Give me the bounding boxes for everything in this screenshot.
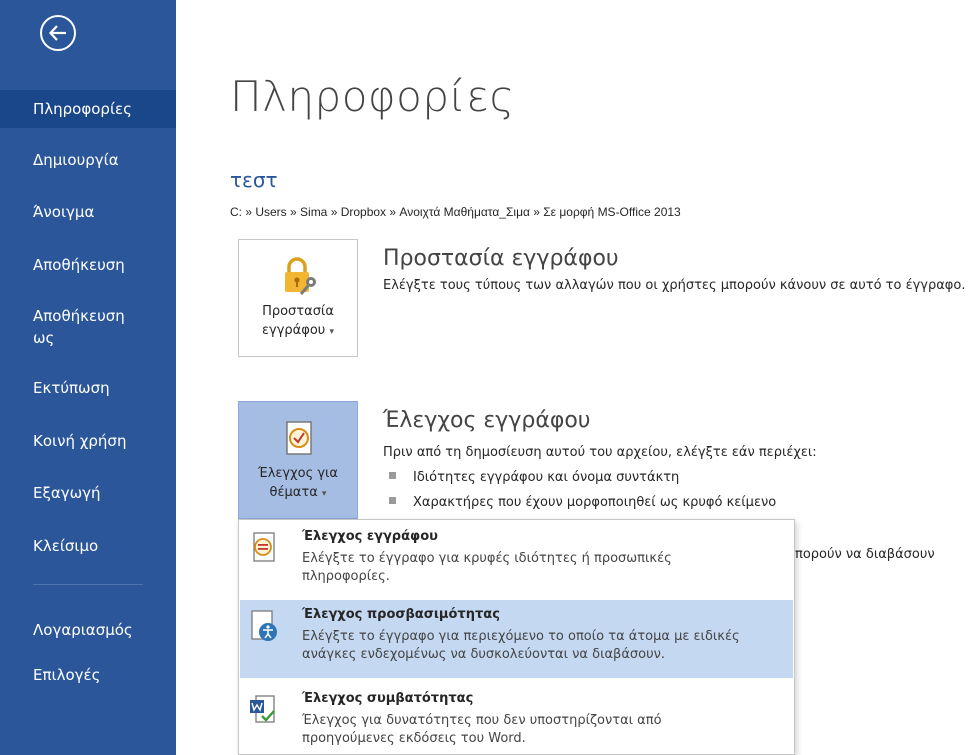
- protect-section-desc: Ελέγξτε τους τύπους των αλλαγών που οι χ…: [383, 278, 966, 293]
- inspect-section-desc: Πριν από τη δημοσίευση αυτού του αρχείου…: [383, 445, 817, 460]
- document-path[interactable]: C: » Users » Sima » Dropbox » Ανοιχτά Μα…: [230, 205, 681, 219]
- nav-share[interactable]: Κοινή χρήση: [0, 431, 176, 451]
- menu-item-inspect-document[interactable]: Έλεγχος εγγράφου Ελέγξτε το έγγραφο για …: [240, 522, 793, 594]
- check-for-issues-label: Έλεγχος για θέματα ▾: [258, 466, 338, 500]
- nav-close[interactable]: Κλείσιμο: [0, 536, 176, 556]
- nav-divider: [33, 584, 143, 585]
- chevron-down-icon: ▾: [321, 489, 327, 499]
- protect-document-button[interactable]: Προστασία εγγράφου ▾: [238, 239, 358, 357]
- nav-print[interactable]: Εκτύπωση: [0, 378, 176, 398]
- inspect-bullet-1: Ιδιότητες εγγράφου και όνομα συντάκτη: [389, 470, 679, 485]
- nav-open[interactable]: Άνοιγμα: [0, 202, 176, 222]
- nav-new[interactable]: Δημιουργία: [0, 150, 176, 170]
- back-button[interactable]: [40, 15, 76, 51]
- compatibility-check-icon: [250, 695, 275, 723]
- nav-save[interactable]: Αποθήκευση: [0, 255, 176, 275]
- accessibility-check-icon: [251, 610, 277, 641]
- menu-item-title: Έλεγχος προσβασιμότητας: [302, 607, 500, 622]
- nav-account[interactable]: Λογαριασμός: [0, 620, 176, 640]
- menu-item-desc: Έλεγχος για δυνατότητες που δεν υποστηρί…: [302, 713, 662, 746]
- lock-key-icon: [285, 257, 316, 295]
- menu-item-desc: Ελέγξτε το έγγραφο για περιεχόμενο το οπ…: [302, 629, 740, 662]
- chevron-down-icon: ▾: [329, 327, 334, 337]
- inspect-section-title: Έλεγχος εγγράφου: [383, 408, 591, 433]
- menu-item-check-accessibility[interactable]: Έλεγχος προσβασιμότητας Ελέγξτε το έγγρα…: [240, 600, 793, 678]
- menu-item-title: Έλεγχος εγγράφου: [302, 529, 438, 544]
- menu-item-desc: Ελέγξτε το έγγραφο για κρυφές ιδιότητες …: [302, 551, 672, 584]
- document-name: τεστ: [230, 168, 278, 192]
- inspect-partial-text: πορούν να διαβάσουν: [795, 547, 935, 562]
- check-for-issues-button[interactable]: Έλεγχος για θέματα ▾: [238, 401, 358, 519]
- inspect-bullet-2: Χαρακτήρες που έχουν μορφοποιηθεί ως κρυ…: [389, 495, 776, 510]
- menu-item-check-compatibility[interactable]: Έλεγχος συμβατότητας Έλεγχος για δυνατότ…: [240, 684, 793, 755]
- protect-document-label: Προστασία εγγράφου ▾: [262, 304, 334, 338]
- nav-options[interactable]: Επιλογές: [0, 665, 176, 685]
- nav-info[interactable]: Πληροφορίες: [0, 90, 176, 128]
- check-for-issues-menu: Έλεγχος εγγράφου Ελέγξτε το έγγραφο για …: [238, 519, 795, 755]
- nav-export[interactable]: Εξαγωγή: [0, 483, 176, 503]
- document-check-icon: [286, 421, 312, 455]
- nav-save-as[interactable]: Αποθήκευση ως: [0, 305, 140, 349]
- menu-item-title: Έλεγχος συμβατότητας: [302, 691, 474, 706]
- arrow-left-circle-icon: [48, 25, 66, 41]
- backstage-sidebar: Πληροφορίες Δημιουργία Άνοιγμα Αποθήκευσ…: [0, 0, 176, 755]
- page-title: Πληροφορίες: [230, 72, 515, 121]
- inspect-document-icon: [253, 532, 275, 562]
- protect-section-title: Προστασία εγγράφου: [383, 246, 619, 271]
